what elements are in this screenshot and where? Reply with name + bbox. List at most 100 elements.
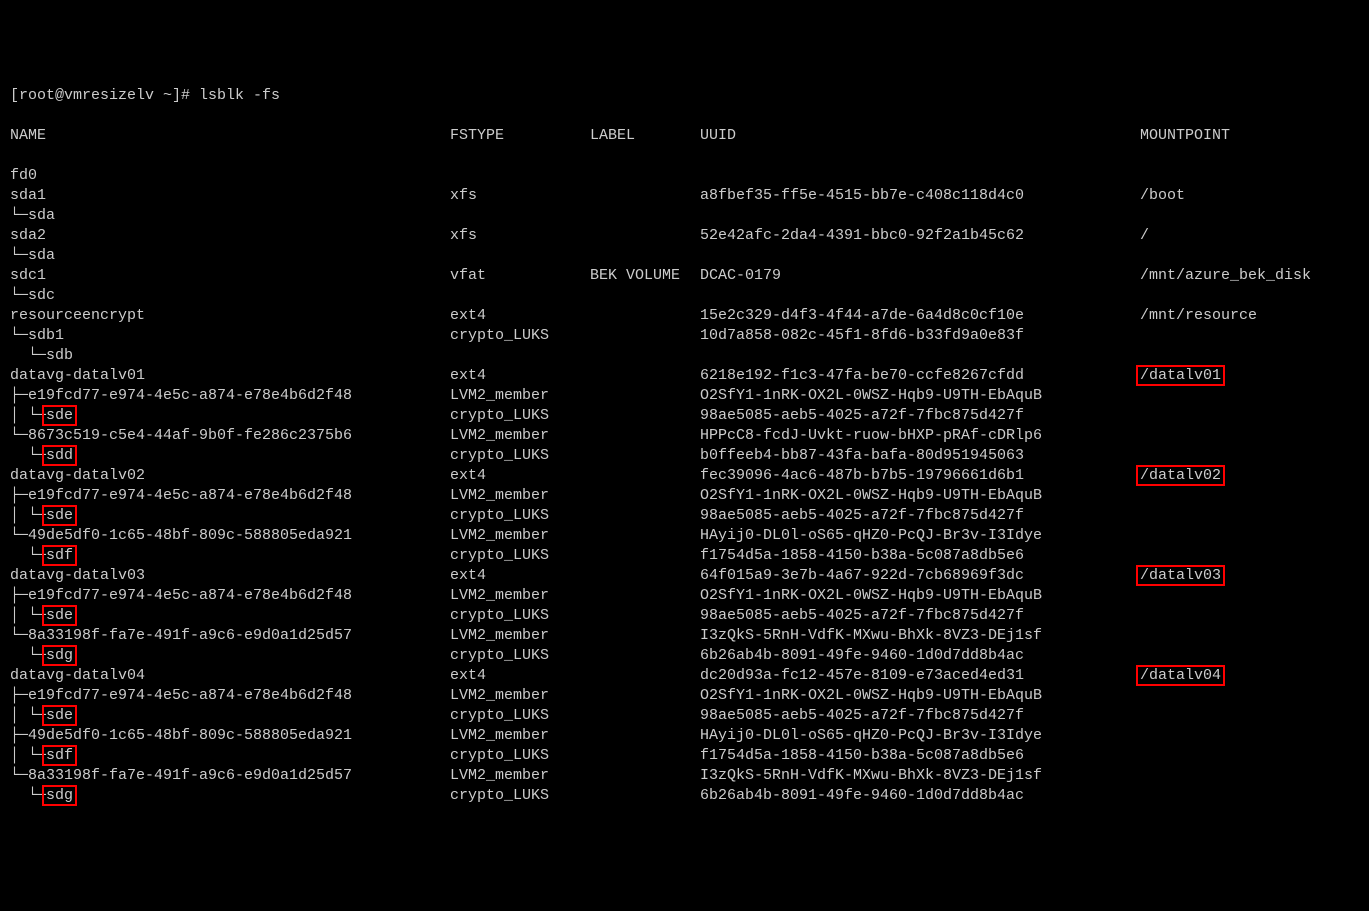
lsblk-row: └─sdb (10, 346, 1359, 366)
cell-name: └─8673c519-c5e4-44af-9b0f-fe286c2375b6 (10, 426, 450, 446)
cell-name: └─sda (10, 206, 450, 226)
cell-name: ├─e19fcd77-e974-4e5c-a874-e78e4b6d2f48 (10, 486, 450, 506)
cell-name: └─sdc (10, 286, 450, 306)
hdr-fstype: FSTYPE (450, 126, 590, 146)
hdr-name: NAME (10, 126, 450, 146)
cell-name: └─sdb (10, 346, 450, 366)
lsblk-row: datavg-datalv02ext4fec39096-4ac6-487b-b7… (10, 466, 1359, 486)
cell-fstype: LVM2_member (450, 426, 590, 446)
cell-name: └─sdd (10, 446, 450, 466)
lsblk-row: └─sdgcrypto_LUKS6b26ab4b-8091-49fe-9460-… (10, 646, 1359, 666)
cell-fstype: crypto_LUKS (450, 706, 590, 726)
cell-name: │ └─sde (10, 706, 450, 726)
cell-uuid: DCAC-0179 (700, 266, 1140, 286)
lsblk-row: └─8a33198f-fa7e-491f-a9c6-e9d0a1d25d57LV… (10, 766, 1359, 786)
cell-mountpoint: / (1140, 226, 1149, 246)
cell-name: └─sdg (10, 786, 450, 806)
lsblk-row: datavg-datalv01ext46218e192-f1c3-47fa-be… (10, 366, 1359, 386)
lsblk-row: datavg-datalv03ext464f015a9-3e7b-4a67-92… (10, 566, 1359, 586)
cell-fstype: LVM2_member (450, 526, 590, 546)
cell-name: └─sda (10, 246, 450, 266)
cell-name: └─sdf (10, 546, 450, 566)
cell-fstype: ext4 (450, 666, 590, 686)
lsblk-row: └─sda (10, 206, 1359, 226)
cell-uuid: O2SfY1-1nRK-OX2L-0WSZ-Hqb9-U9TH-EbAquB (700, 486, 1140, 506)
cell-uuid: f1754d5a-1858-4150-b38a-5c087a8db5e6 (700, 746, 1140, 766)
cell-fstype: LVM2_member (450, 626, 590, 646)
lsblk-row: └─sdgcrypto_LUKS 6b26ab4b-8091-49fe-9460-… (10, 786, 1359, 806)
cell-uuid: I3zQkS-5RnH-VdfK-MXwu-BhXk-8VZ3-DEj1sf (700, 766, 1140, 786)
cell-mountpoint: /datalv04 (1140, 666, 1225, 686)
cell-name: sdc1 (10, 266, 450, 286)
lsblk-row: └─sdb1crypto_LUKS 10d7a858-082c-45f1-8fd6… (10, 326, 1359, 346)
shell-prompt-line: [root@vmresizelv ~]# lsblk -fs (10, 86, 1359, 106)
cell-uuid: 98ae5085-aeb5-4025-a72f-7fbc875d427f (700, 506, 1140, 526)
cell-name: datavg-datalv04 (10, 666, 450, 686)
cell-uuid: fec39096-4ac6-487b-b7b5-19796661d6b1 (700, 466, 1140, 486)
lsblk-header: NAMEFSTYPELABELUUIDMOUNTPOINT (10, 126, 1359, 146)
cell-fstype: xfs (450, 186, 590, 206)
cell-uuid: dc20d93a-fc12-457e-8109-e73aced4ed31 (700, 666, 1140, 686)
lsblk-row: fd0 (10, 166, 1359, 186)
cell-name: datavg-datalv02 (10, 466, 450, 486)
cell-fstype: crypto_LUKS (450, 326, 590, 346)
lsblk-row: └─8673c519-c5e4-44af-9b0f-fe286c2375b6LV… (10, 426, 1359, 446)
cell-uuid: O2SfY1-1nRK-OX2L-0WSZ-Hqb9-U9TH-EbAquB (700, 586, 1140, 606)
cell-uuid: HPPcC8-fcdJ-Uvkt-ruow-bHXP-pRAf-cDRlp6 (700, 426, 1140, 446)
lsblk-row: └─49de5df0-1c65-48bf-809c-588805eda921LV… (10, 526, 1359, 546)
cell-uuid: 15e2c329-d4f3-4f44-a7de-6a4d8c0cf10e (700, 306, 1140, 326)
lsblk-row: └─sda (10, 246, 1359, 266)
lsblk-row: ├─e19fcd77-e974-4e5c-a874-e78e4b6d2f48LV… (10, 586, 1359, 606)
cell-mountpoint: /datalv01 (1140, 366, 1225, 386)
shell-prompt: [root@vmresizelv ~]# (10, 87, 199, 104)
cell-mountpoint: /datalv03 (1140, 566, 1225, 586)
cell-uuid: HAyij0-DL0l-oS65-qHZ0-PcQJ-Br3v-I3Idye (700, 726, 1140, 746)
cell-name: │ └─sde (10, 406, 450, 426)
lsblk-row: └─sddcrypto_LUKSb0ffeeb4-bb87-43fa-bafa-… (10, 446, 1359, 466)
cell-uuid: 6b26ab4b-8091-49fe-9460-1d0d7dd8b4ac (700, 786, 1140, 806)
cell-uuid: f1754d5a-1858-4150-b38a-5c087a8db5e6 (700, 546, 1140, 566)
lsblk-row: │ └─sdecrypto_LUKS98ae5085-aeb5-4025-a72… (10, 606, 1359, 626)
cell-fstype: crypto_LUKS (450, 646, 590, 666)
lsblk-row: sdc1vfatBEK VOLUMEDCAC-0179/mnt/azure_be… (10, 266, 1359, 286)
cell-name: ├─e19fcd77-e974-4e5c-a874-e78e4b6d2f48 (10, 386, 450, 406)
cell-name: └─sdb1 (10, 326, 450, 346)
lsblk-row: resourceencryptext415e2c329-d4f3-4f44-a7… (10, 306, 1359, 326)
cell-uuid: 10d7a858-082c-45f1-8fd6-b33fd9a0e83f (700, 326, 1140, 346)
cell-fstype: crypto_LUKS (450, 786, 590, 806)
cell-uuid: I3zQkS-5RnH-VdfK-MXwu-BhXk-8VZ3-DEj1sf (700, 626, 1140, 646)
cell-fstype: crypto_LUKS (450, 606, 590, 626)
cell-fstype: LVM2_member (450, 726, 590, 746)
shell-command: lsblk -fs (199, 87, 280, 104)
lsblk-row: sda2xfs52e42afc-2da4-4391-bbc0-92f2a1b45… (10, 226, 1359, 246)
hdr-label: LABEL (590, 126, 700, 146)
cell-name: │ └─sde (10, 506, 450, 526)
cell-fstype: crypto_LUKS (450, 546, 590, 566)
cell-fstype: xfs (450, 226, 590, 246)
cell-fstype: LVM2_member (450, 386, 590, 406)
cell-mountpoint: /boot (1140, 186, 1185, 206)
cell-name: datavg-datalv01 (10, 366, 450, 386)
lsblk-row: │ └─sdecrypto_LUKS98ae5085-aeb5-4025-a72… (10, 406, 1359, 426)
lsblk-row: ├─e19fcd77-e974-4e5c-a874-e78e4b6d2f48LV… (10, 486, 1359, 506)
cell-uuid: a8fbef35-ff5e-4515-bb7e-c408c118d4c0 (700, 186, 1140, 206)
cell-fstype: ext4 (450, 366, 590, 386)
cell-name: └─49de5df0-1c65-48bf-809c-588805eda921 (10, 526, 450, 546)
lsblk-row: └─sdc (10, 286, 1359, 306)
hdr-mount: MOUNTPOINT (1140, 126, 1230, 146)
cell-name: resourceencrypt (10, 306, 450, 326)
lsblk-row: └─sdfcrypto_LUKS f1754d5a-1858-4150-b38a-… (10, 546, 1359, 566)
lsblk-row: │ └─sdecrypto_LUKS 98ae5085-aeb5-4025-a72… (10, 706, 1359, 726)
cell-uuid: 98ae5085-aeb5-4025-a72f-7fbc875d427f (700, 706, 1140, 726)
cell-name: datavg-datalv03 (10, 566, 450, 586)
cell-uuid: O2SfY1-1nRK-OX2L-0WSZ-Hqb9-U9TH-EbAquB (700, 386, 1140, 406)
cell-fstype: LVM2_member (450, 486, 590, 506)
cell-name: └─8a33198f-fa7e-491f-a9c6-e9d0a1d25d57 (10, 766, 450, 786)
lsblk-row: │ └─sdecrypto_LUKS98ae5085-aeb5-4025-a72… (10, 506, 1359, 526)
cell-name: └─8a33198f-fa7e-491f-a9c6-e9d0a1d25d57 (10, 626, 450, 646)
cell-name: │ └─sdf (10, 746, 450, 766)
cell-name: fd0 (10, 166, 450, 186)
cell-fstype: crypto_LUKS (450, 406, 590, 426)
cell-fstype: crypto_LUKS (450, 446, 590, 466)
lsblk-row: │ └─sdfcrypto_LUKSf1754d5a-1858-4150-b38… (10, 746, 1359, 766)
